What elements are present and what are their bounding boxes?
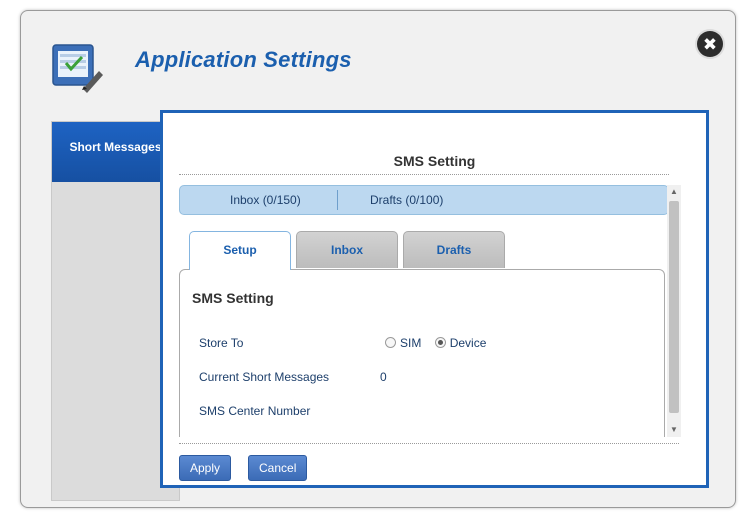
sms-scroll-area: Inbox (0/150) Drafts (0/100) Setup Inbox… — [179, 185, 685, 437]
scroll-up-icon[interactable]: ▲ — [667, 185, 681, 199]
section-title: SMS Setting — [393, 153, 476, 169]
sim-radio-label: SIM — [400, 336, 422, 350]
sms-settings-content: SMS Setting Inbox (0/150) Drafts (0/100)… — [160, 110, 709, 488]
current-messages-value: 0 — [380, 370, 387, 384]
apply-button[interactable]: Apply — [179, 455, 232, 481]
sim-radio[interactable] — [385, 337, 396, 348]
section-divider — [179, 174, 669, 175]
scrollbar-thumb[interactable] — [669, 201, 679, 413]
folder-inbox-link[interactable]: Inbox (0/150) — [230, 193, 301, 207]
folder-divider — [337, 190, 338, 210]
device-radio[interactable] — [434, 337, 446, 348]
dialog-title: Application Settings — [135, 47, 352, 72]
settings-checklist-icon — [52, 44, 103, 93]
cancel-button[interactable]: Cancel — [248, 455, 308, 481]
folder-drafts-link[interactable]: Drafts (0/100) — [370, 193, 443, 207]
store-to-sim-option[interactable]: SIM — [385, 336, 425, 350]
tab-inbox[interactable]: Inbox — [296, 231, 398, 268]
store-to-device-option[interactable]: Device — [434, 336, 487, 350]
store-to-radio-group: SIM Device — [385, 336, 496, 350]
vertical-scrollbar[interactable]: ▲ ▼ — [667, 185, 681, 437]
close-button[interactable]: ✖ — [697, 31, 723, 57]
setup-panel: SMS Setting Store To SIM Device Current … — [179, 269, 665, 437]
device-radio-label: Device — [449, 336, 487, 350]
store-to-label: Store To — [199, 336, 244, 350]
tab-drafts[interactable]: Drafts — [403, 231, 505, 268]
center-number-label: SMS Center Number — [199, 404, 311, 418]
scroll-down-icon[interactable]: ▼ — [667, 423, 681, 437]
current-messages-label: Current Short Messages — [199, 370, 330, 384]
footer-divider — [179, 443, 679, 444]
message-folder-bar: Inbox (0/150) Drafts (0/100) — [179, 185, 669, 215]
panel-title: SMS Setting — [192, 290, 274, 306]
tab-setup[interactable]: Setup — [189, 231, 291, 270]
